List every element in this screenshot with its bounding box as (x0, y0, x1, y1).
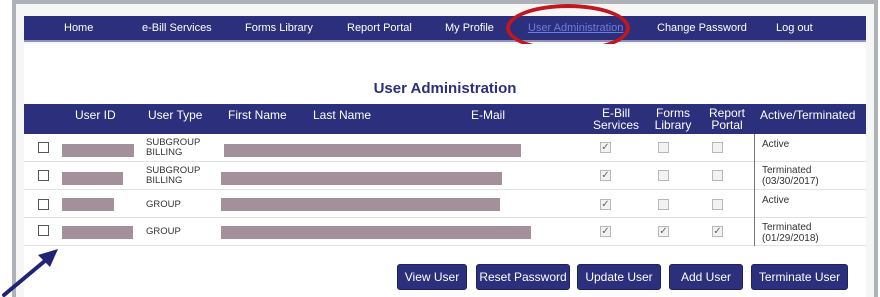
status-cell: Terminated (01/29/2018) (762, 222, 819, 244)
ebill-checkbox: ✓ (600, 226, 611, 237)
redacted-user-id (62, 198, 114, 211)
row-select-checkbox[interactable] (38, 142, 49, 153)
ebill-checkbox: ✓ (600, 142, 611, 153)
status-line1: Terminated (762, 165, 812, 176)
col-header-ebill-line2: Services (592, 118, 639, 132)
main-content: User Administration User ID User Type Fi… (24, 44, 866, 297)
redacted-name-email (221, 226, 531, 239)
forms-checkbox (658, 142, 669, 153)
nav-change-password[interactable]: Change Password (657, 22, 747, 34)
nav-report-portal[interactable]: Report Portal (347, 22, 412, 34)
nav-ebill-services[interactable]: e-Bill Services (142, 22, 212, 34)
update-user-button[interactable]: Update User (577, 264, 661, 290)
status-line2: (01/29/2018) (762, 233, 819, 244)
col-header-forms-library: Forms Library (648, 107, 698, 131)
nav-forms-library[interactable]: Forms Library (245, 22, 313, 34)
table-row: GROUP ✓ Active (24, 190, 866, 218)
table-row: GROUP ✓ ✓ ✓ Terminated (01/29/2018) (24, 218, 866, 246)
col-header-email: E-Mail (471, 108, 506, 122)
reset-password-button[interactable]: Reset Password (476, 264, 570, 290)
status-line1: Terminated (762, 222, 812, 233)
status-separator (754, 134, 755, 162)
col-header-first-name: First Name (228, 108, 287, 122)
status-separator (754, 218, 755, 246)
ebill-checkbox: ✓ (600, 199, 611, 210)
redacted-name-email (224, 144, 521, 157)
status-line1: Active (762, 195, 790, 206)
redacted-name-email (221, 198, 500, 211)
redacted-user-id (62, 226, 133, 239)
arrow-annotation-icon (2, 249, 58, 297)
row-select-checkbox[interactable] (38, 170, 49, 181)
page-title: User Administration (373, 80, 517, 97)
col-header-forms-line2: Library (654, 118, 692, 132)
status-line2: (03/30/2017) (762, 176, 819, 187)
user-type-line1: GROUP (146, 199, 181, 210)
user-type-cell: SUBGROUP BILLING (146, 138, 200, 158)
view-user-button[interactable]: View User (397, 264, 467, 290)
status-cell: Active (762, 139, 789, 150)
status-line1: Active (762, 139, 790, 150)
user-type-line2: BILLING (146, 147, 183, 158)
report-checkbox (712, 199, 723, 210)
status-cell: Terminated (03/30/2017) (762, 165, 819, 187)
status-separator (754, 162, 755, 190)
top-nav-bar: Home e-Bill Services Forms Library Repor… (24, 16, 866, 42)
col-header-report-line2: Portal (711, 118, 743, 132)
col-header-user-id: User ID (75, 108, 116, 122)
nav-my-profile[interactable]: My Profile (445, 22, 494, 34)
nav-user-administration[interactable]: User Administration (528, 22, 623, 34)
terminate-user-button[interactable]: Terminate User (751, 264, 848, 290)
row-select-checkbox[interactable] (38, 199, 49, 210)
col-header-ebill-services: E-Bill Services (586, 107, 646, 131)
user-type-line2: BILLING (146, 175, 183, 186)
user-type-line1: GROUP (146, 226, 181, 237)
report-checkbox: ✓ (712, 226, 723, 237)
table-header: User ID User Type First Name Last Name E… (24, 104, 866, 134)
forms-checkbox (658, 199, 669, 210)
add-user-button[interactable]: Add User (669, 264, 743, 290)
ebill-checkbox: ✓ (600, 170, 611, 181)
row-select-checkbox[interactable] (38, 225, 49, 236)
redacted-user-id (62, 144, 134, 157)
user-type-cell: GROUP (146, 227, 181, 237)
redacted-user-id (62, 172, 123, 185)
col-header-last-name: Last Name (313, 108, 372, 122)
forms-checkbox (658, 170, 669, 181)
user-type-cell: GROUP (146, 200, 181, 210)
report-checkbox (712, 142, 723, 153)
redacted-name-email (221, 172, 502, 185)
status-cell: Active (762, 195, 789, 206)
col-header-user-type: User Type (148, 108, 203, 122)
col-header-status: Active/Terminated (760, 108, 856, 122)
status-separator (754, 190, 755, 218)
blank-band (24, 44, 866, 76)
user-type-cell: SUBGROUP BILLING (146, 166, 200, 186)
forms-checkbox: ✓ (658, 226, 669, 237)
report-checkbox (712, 170, 723, 181)
col-header-report-portal: Report Portal (704, 107, 750, 131)
table-row: SUBGROUP BILLING ✓ Terminated (03/30/201… (24, 162, 866, 190)
nav-home[interactable]: Home (64, 22, 93, 34)
table-row: SUBGROUP BILLING ✓ Active (24, 134, 866, 162)
nav-log-out[interactable]: Log out (776, 22, 813, 34)
